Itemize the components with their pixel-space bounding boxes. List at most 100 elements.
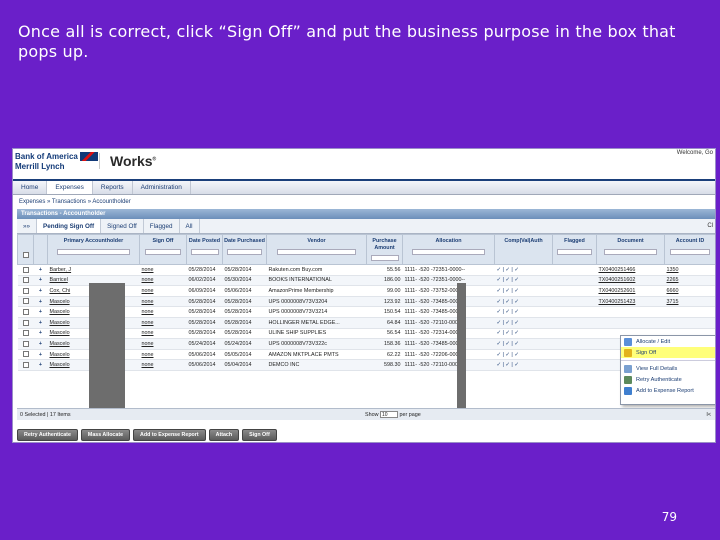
allocation-cell[interactable]: 1111- -520 -72110-0000--: [402, 359, 495, 371]
add-to-expense-report-button[interactable]: Add to Expense Report: [133, 429, 206, 441]
flagged-cell[interactable]: [552, 306, 597, 318]
flagged-cell[interactable]: [552, 359, 597, 371]
row-checkbox-cell[interactable]: [17, 275, 34, 287]
column-date-posted[interactable]: Date Posted: [186, 234, 223, 265]
column-primary-accountholder[interactable]: Primary Accountholder: [47, 234, 140, 265]
flagged-cell[interactable]: [552, 285, 597, 297]
tab-pending-sign-off[interactable]: Pending Sign Off: [37, 219, 102, 233]
nav-expenses[interactable]: Expenses: [47, 181, 93, 194]
sign-off-cell[interactable]: none: [139, 359, 187, 371]
column-date-purchased[interactable]: Date Purchased: [222, 234, 267, 265]
expand-row-button[interactable]: +: [33, 317, 48, 329]
flagged-cell[interactable]: [552, 317, 597, 329]
plus-icon[interactable]: +: [39, 362, 42, 368]
filter-input[interactable]: [370, 255, 399, 261]
plus-icon[interactable]: +: [39, 299, 42, 305]
flagged-cell[interactable]: [552, 296, 597, 308]
document-cell[interactable]: TX0400251466: [596, 264, 665, 276]
plus-icon[interactable]: +: [39, 352, 42, 358]
allocation-cell[interactable]: 1111- -520 -72110-0000--: [402, 317, 495, 329]
menu-item-pencil[interactable]: Allocate / Edit: [621, 336, 715, 347]
sign-off-cell[interactable]: none: [139, 306, 187, 318]
menu-item-report[interactable]: Add to Expense Report: [621, 385, 715, 396]
breadcrumb[interactable]: Expenses » Transactions » Accountholder: [13, 195, 715, 209]
row-checkbox-cell[interactable]: [17, 328, 34, 340]
row-checkbox-cell[interactable]: [17, 264, 34, 276]
plus-icon[interactable]: +: [39, 330, 42, 336]
document-cell[interactable]: TX0400251602: [596, 275, 665, 287]
column-flagged[interactable]: Flagged: [552, 234, 597, 265]
filter-input[interactable]: [412, 248, 485, 255]
row-checkbox[interactable]: [22, 340, 29, 347]
allocation-cell[interactable]: 1111- -520 -72351-0000--: [402, 275, 495, 287]
row-checkbox[interactable]: [22, 266, 29, 273]
plus-icon[interactable]: +: [39, 277, 42, 283]
sign-off-cell[interactable]: none: [139, 317, 187, 329]
tab-all[interactable]: All: [180, 219, 200, 233]
document-cell[interactable]: [596, 306, 665, 318]
account-id-cell[interactable]: [664, 306, 715, 318]
menu-item-retry[interactable]: Retry Authenticate: [621, 374, 715, 385]
select-all-checkbox[interactable]: [22, 252, 29, 258]
row-checkbox-cell[interactable]: [17, 317, 34, 329]
account-id-cell[interactable]: 3715: [664, 296, 715, 308]
expand-row-button[interactable]: +: [33, 338, 48, 350]
column-sign-off[interactable]: Sign Off: [139, 234, 187, 265]
sign-off-cell[interactable]: none: [139, 349, 187, 361]
flagged-cell[interactable]: [552, 338, 597, 350]
column-vendor[interactable]: Vendor: [266, 234, 367, 265]
allocation-cell[interactable]: 1111- -520 -73485-0000--: [402, 338, 495, 350]
document-cell[interactable]: [596, 317, 665, 329]
allocation-cell[interactable]: 1111- -520 -72351-0000--: [402, 264, 495, 276]
first-page-button[interactable]: I<: [706, 412, 711, 418]
allocation-cell[interactable]: 1111- -520 -72314-0000--: [402, 328, 495, 340]
row-checkbox-cell[interactable]: [17, 338, 34, 350]
row-checkbox[interactable]: [22, 287, 29, 294]
row-checkbox[interactable]: [22, 319, 29, 326]
account-id-cell[interactable]: 6660: [664, 285, 715, 297]
expand-row-button[interactable]: +: [33, 328, 48, 340]
row-checkbox-cell[interactable]: [17, 306, 34, 318]
sign-off-cell[interactable]: none: [139, 338, 187, 350]
plus-icon[interactable]: +: [39, 320, 42, 326]
sign-off-cell[interactable]: none: [139, 275, 187, 287]
filter-input[interactable]: [670, 248, 710, 255]
allocation-cell[interactable]: 1111- -520 -73485-0000--: [402, 306, 495, 318]
expand-row-button[interactable]: +: [33, 264, 48, 276]
expand-row-button[interactable]: +: [33, 275, 48, 287]
filter-input[interactable]: [557, 248, 592, 255]
tab-flagged[interactable]: Flagged: [144, 219, 180, 233]
filter-input[interactable]: [603, 248, 658, 255]
expand-row-button[interactable]: +: [33, 359, 48, 371]
document-cell[interactable]: TX0400251423: [596, 296, 665, 308]
row-checkbox[interactable]: [22, 298, 29, 305]
column-allocation[interactable]: Allocation: [402, 234, 495, 265]
nav-reports[interactable]: Reports: [93, 181, 133, 194]
row-checkbox-cell[interactable]: [17, 349, 34, 361]
table-row[interactable]: + Barber, Jnone 05/28/2014 05/28/2014 Rakute…: [17, 264, 715, 276]
allocation-cell[interactable]: 1111- -520 -72206-0000--: [402, 349, 495, 361]
select-all-header[interactable]: [17, 234, 34, 265]
sign-off-cell[interactable]: none: [139, 285, 187, 297]
expand-row-button[interactable]: +: [33, 285, 48, 297]
flagged-cell[interactable]: [552, 328, 597, 340]
menu-item-sign-off[interactable]: Sign Off: [621, 347, 715, 358]
document-cell[interactable]: TX0400252601: [596, 285, 665, 297]
row-checkbox-cell[interactable]: [17, 359, 34, 371]
allocation-cell[interactable]: 1111- -520 -73752-0000--: [402, 285, 495, 297]
filter-input[interactable]: [190, 248, 219, 255]
sign-off-cell[interactable]: none: [139, 264, 187, 276]
flagged-cell[interactable]: [552, 264, 597, 276]
sign-off-cell[interactable]: none: [139, 328, 187, 340]
row-checkbox-cell[interactable]: [17, 296, 34, 308]
close-link[interactable]: Cl: [705, 219, 715, 233]
account-id-cell[interactable]: [664, 317, 715, 329]
filter-input[interactable]: [227, 248, 262, 255]
column-comp-val-auth[interactable]: Comp|Val|Auth: [494, 234, 553, 265]
filter-input[interactable]: [57, 248, 130, 255]
menu-item-details[interactable]: View Full Details: [621, 363, 715, 374]
row-checkbox[interactable]: [22, 361, 29, 368]
nav-administration[interactable]: Administration: [133, 181, 191, 194]
accountholder-cell[interactable]: Barber, J: [47, 264, 140, 276]
expand-row-button[interactable]: +: [33, 349, 48, 361]
